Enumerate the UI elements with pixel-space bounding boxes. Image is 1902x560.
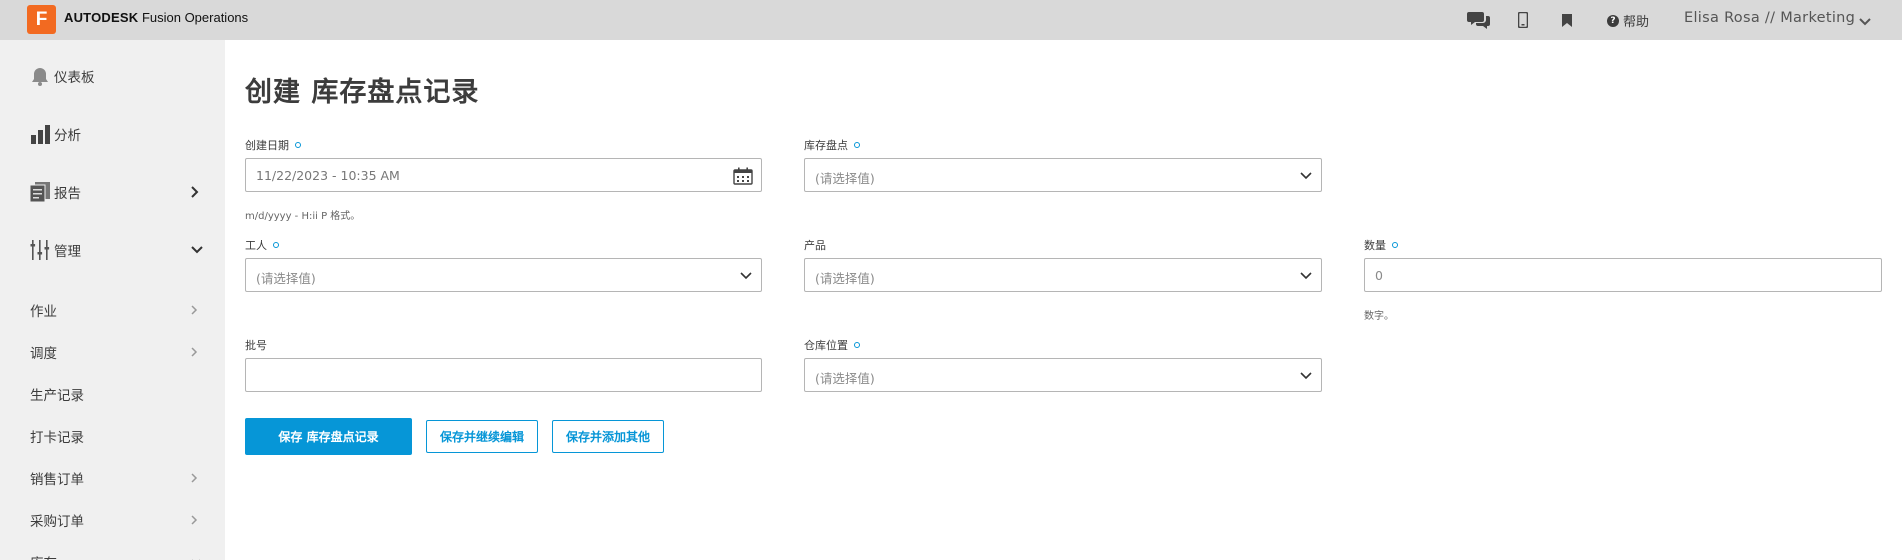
batch-input[interactable]: [245, 358, 762, 392]
inventory-count-placeholder: (请选择值): [815, 171, 875, 186]
chevron-right-icon: [191, 473, 198, 483]
sidebar-item-label: 分析: [54, 128, 81, 144]
brand-name: AUTODESK Fusion Operations: [64, 10, 248, 25]
warehouse-location-label-text: 仓库位置: [804, 339, 848, 352]
fusion-logo[interactable]: F: [27, 5, 56, 34]
sidebar-subitem-sales-orders[interactable]: 销售订单: [0, 457, 225, 499]
sidebar-subitem-inventory[interactable]: 库存: [0, 541, 225, 560]
help-label: 帮助: [1623, 15, 1650, 30]
quantity-value: 0: [1375, 268, 1383, 283]
worker-label: 工人: [245, 237, 279, 253]
bookmark-icon[interactable]: [1554, 7, 1580, 33]
sidebar-subitem-jobs[interactable]: 作业: [0, 289, 225, 331]
brand-autodesk: AUTODESK: [64, 10, 139, 25]
chevron-down-icon[interactable]: [1858, 12, 1872, 31]
sliders-icon: [30, 240, 50, 260]
required-indicator-icon: [295, 142, 301, 148]
created-date-label: 创建日期: [245, 137, 301, 153]
batch-label-text: 批号: [245, 339, 267, 352]
save-continue-button[interactable]: 保存并继续编辑: [426, 420, 538, 453]
sidebar-subitem-label: 调度: [30, 346, 57, 362]
quantity-hint: 数字。: [1364, 311, 1394, 322]
logo-letter: F: [35, 9, 48, 30]
required-indicator-icon: [1392, 242, 1398, 248]
sidebar-subitem-production-records[interactable]: 生产记录: [0, 373, 225, 415]
sidebar-subitem-purchase-orders[interactable]: 采购订单: [0, 499, 225, 541]
user-menu[interactable]: Elisa Rosa // Marketing: [1684, 10, 1855, 26]
chevron-right-icon: [191, 515, 198, 525]
required-indicator-icon: [854, 142, 860, 148]
help-link[interactable]: ? 帮助: [1607, 11, 1649, 30]
top-bar: F AUTODESK Fusion Operations ? 帮助 Elisa …: [0, 0, 1902, 40]
chevron-down-icon: [1300, 272, 1312, 280]
warehouse-location-select[interactable]: (请选择值): [804, 358, 1322, 392]
save-add-another-button[interactable]: 保存并添加其他: [552, 420, 664, 453]
worker-label-text: 工人: [245, 239, 267, 252]
brand-product: Fusion Operations: [141, 10, 249, 25]
worker-select[interactable]: (请选择值): [245, 258, 762, 292]
created-date-label-text: 创建日期: [245, 139, 289, 152]
chevron-right-icon: [191, 186, 199, 198]
chevron-right-icon: [191, 347, 198, 357]
worker-placeholder: (请选择值): [256, 271, 316, 286]
product-select[interactable]: (请选择值): [804, 258, 1322, 292]
product-label-text: 产品: [804, 239, 826, 252]
sidebar-item-label: 报告: [54, 186, 81, 202]
sidebar-subitem-label: 库存: [30, 552, 57, 560]
sidebar-subitem-clock-records[interactable]: 打卡记录: [0, 415, 225, 457]
warehouse-location-label: 仓库位置: [804, 337, 860, 353]
sidebar-subitem-label: 销售订单: [30, 472, 84, 488]
chat-icon[interactable]: [1466, 7, 1492, 33]
calendar-icon[interactable]: [733, 167, 753, 185]
sidebar: 仪表板 分析 报告 管理 作业 调度 生产记录 打卡记录 销售订单 采购订单 库…: [0, 40, 225, 560]
quantity-label: 数量: [1364, 237, 1398, 253]
chevron-down-icon: [1300, 172, 1312, 180]
product-label: 产品: [804, 237, 826, 253]
save-button[interactable]: 保存 库存盘点记录: [245, 418, 412, 455]
sidebar-subitem-label: 作业: [30, 304, 57, 320]
sidebar-item-reports[interactable]: 报告: [0, 163, 225, 221]
chevron-down-icon: [1300, 372, 1312, 380]
sidebar-subitem-label: 生产记录: [30, 388, 84, 404]
chevron-down-icon: [191, 246, 203, 254]
inventory-count-select[interactable]: (请选择值): [804, 158, 1322, 192]
chevron-right-icon: [191, 305, 198, 315]
mobile-icon[interactable]: [1510, 7, 1536, 33]
sidebar-item-label: 仪表板: [54, 70, 95, 86]
sidebar-item-analysis[interactable]: 分析: [0, 105, 225, 163]
sidebar-item-label: 管理: [54, 244, 81, 260]
created-date-field[interactable]: 11/22/2023 - 10:35 AM: [245, 158, 762, 192]
sidebar-item-dashboard[interactable]: 仪表板: [0, 47, 225, 105]
created-date-value: 11/22/2023 - 10:35 AM: [256, 168, 400, 183]
quantity-input[interactable]: 0: [1364, 258, 1882, 292]
warehouse-location-placeholder: (请选择值): [815, 371, 875, 386]
inventory-count-label: 库存盘点: [804, 137, 860, 153]
help-icon: ?: [1607, 14, 1619, 27]
page-title: 创建 库存盘点记录: [245, 77, 480, 108]
inventory-count-label-text: 库存盘点: [804, 139, 848, 152]
report-icon: [29, 182, 50, 203]
required-indicator-icon: [273, 242, 279, 248]
required-indicator-icon: [854, 342, 860, 348]
created-date-hint: m/d/yyyy - H:ii P 格式。: [245, 211, 361, 222]
sidebar-subitem-label: 采购订单: [30, 514, 84, 530]
sidebar-item-management[interactable]: 管理: [0, 221, 225, 279]
quantity-label-text: 数量: [1364, 239, 1386, 252]
product-placeholder: (请选择值): [815, 271, 875, 286]
chevron-down-icon: [740, 272, 752, 280]
sidebar-subitem-label: 打卡记录: [30, 430, 84, 446]
bar-chart-icon: [31, 125, 50, 144]
bell-icon: [32, 68, 48, 86]
batch-label: 批号: [245, 337, 267, 353]
sidebar-subitem-scheduling[interactable]: 调度: [0, 331, 225, 373]
